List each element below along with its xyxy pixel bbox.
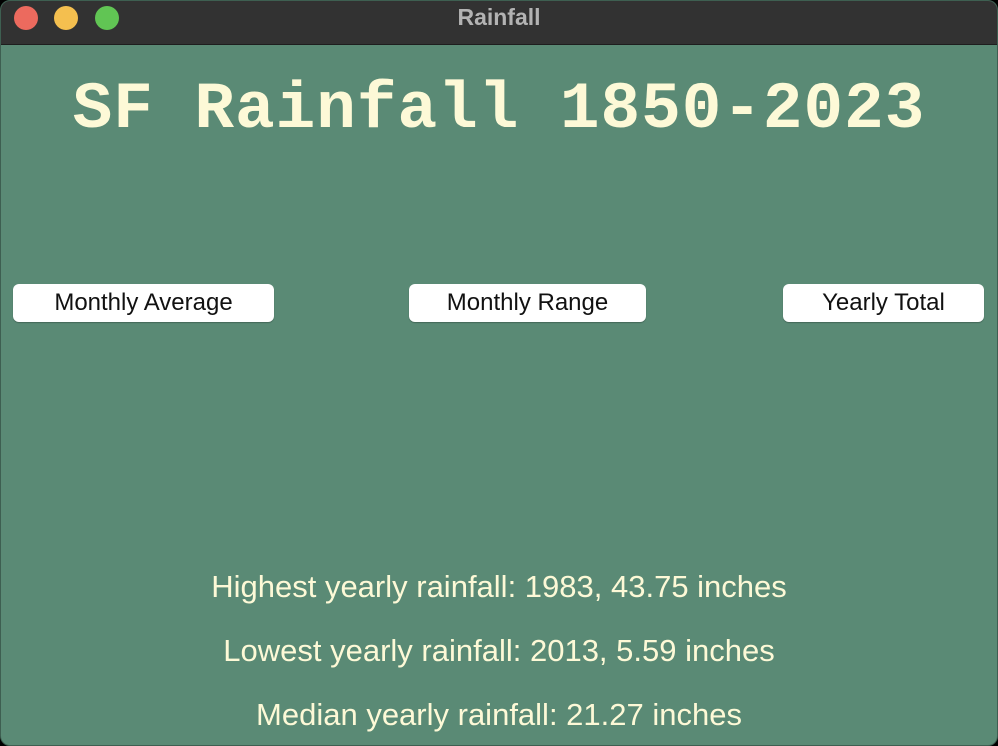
- lowest-rainfall-text: Lowest yearly rainfall: 2013, 5.59 inche…: [223, 633, 775, 668]
- title-bar[interactable]: Rainfall: [1, 1, 997, 45]
- window-title: Rainfall: [457, 4, 541, 30]
- median-rainfall-text: Median yearly rainfall: 21.27 inches: [256, 697, 742, 732]
- yearly-total-button[interactable]: Yearly Total: [783, 284, 984, 322]
- monthly-average-button[interactable]: Monthly Average: [13, 284, 274, 322]
- monthly-range-button[interactable]: Monthly Range: [409, 284, 646, 322]
- highest-rainfall-text: Highest yearly rainfall: 1983, 43.75 inc…: [211, 569, 787, 604]
- page-title: SF Rainfall 1850-2023: [72, 72, 926, 147]
- app-window: Rainfall SF Rainfall 1850-2023 Monthly A…: [0, 0, 998, 746]
